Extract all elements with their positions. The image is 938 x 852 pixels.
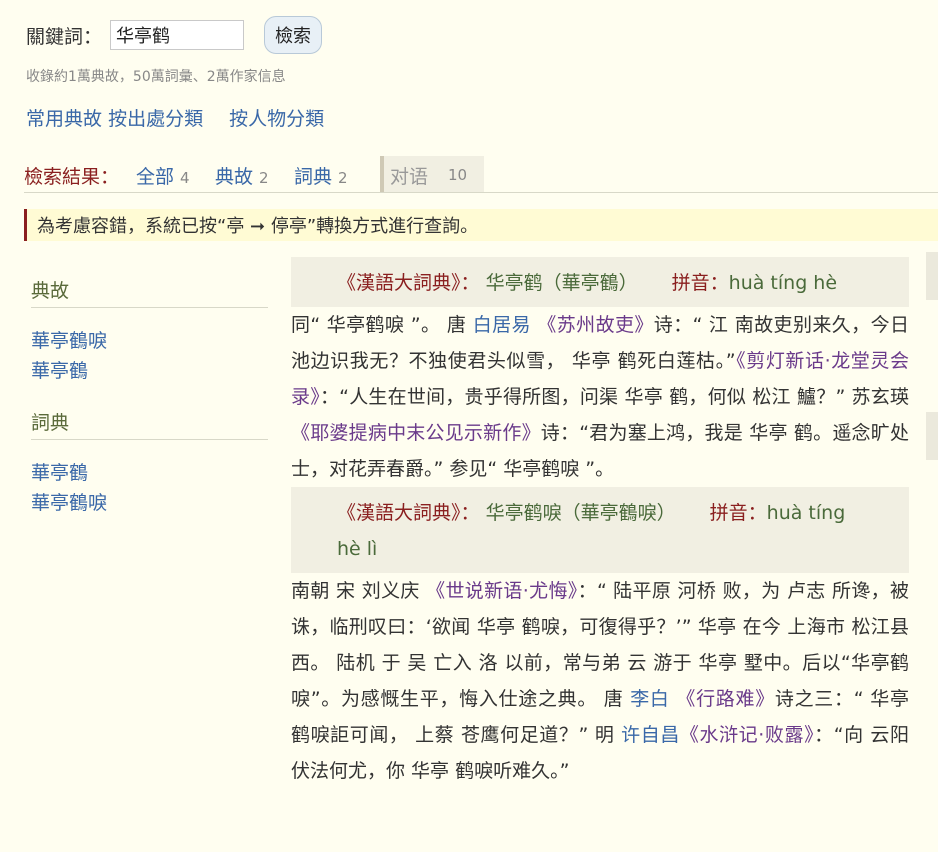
search-button[interactable]: 檢索 [264,16,323,54]
sidebar-group-allusions: 典故 華亭鶴唳 華亭鶴 [31,276,268,386]
person-link[interactable]: 许自昌 [621,724,680,746]
sidebar-item-allusion[interactable]: 華亭鶴唳 [31,326,268,356]
scroll-marker [926,412,938,460]
book-title-link[interactable]: 《行路难》 [676,688,775,710]
entry-headword: 华亭鹤（華亭鶴） [485,272,638,294]
entry-source[interactable]: 《漢語大詞典》 [337,502,461,524]
book-title-link[interactable]: 《耶婆提病中末公见示新作》 [291,422,541,444]
entry-body: 南朝 宋 刘义庆 《世说新语·尤悔》：“ 陆平原 河桥 败，为 卢志 所谗，被诛… [291,573,909,789]
body-text: 同“ 华亭鹤唳 ”。 唐 [291,314,473,336]
sidebar-item-dictionary[interactable]: 華亭鶴唳 [31,488,268,518]
body-text: 南朝 宋 刘义庆 [291,580,427,602]
pinyin-label: 拼音： [709,502,767,524]
tab-couplets[interactable]: 对语 10 [380,156,484,192]
common-allusions-link[interactable]: 常用典故 [26,108,102,130]
dictionary-entry: 《漢語大詞典》： 华亭鹤（華亭鶴） 拼音：huà tíng hè 同“ 华亭鹤唳… [291,257,909,487]
keyword-label: 關鍵詞： [26,25,103,48]
entries: 《漢語大詞典》： 华亭鹤（華亭鶴） 拼音：huà tíng hè 同“ 华亭鹤唳… [291,257,909,789]
person-link[interactable]: 李白 [630,688,669,710]
page: 關鍵詞： 檢索 收錄約1萬典故，50萬詞彙、2萬作家信息 常用典故 按出處分類 … [0,0,938,852]
pinyin-label: 拼音： [671,272,729,294]
entry-headword: 华亭鹤唳（華亭鶴唳） [485,502,676,524]
entry-header: 《漢語大詞典》： 华亭鹤唳（華亭鶴唳） 拼音：huà tíng hè lì [291,487,909,573]
result-tabs: 檢索結果： 全部 4 典故 2 詞典 2 对语 10 [24,156,938,193]
tab-all[interactable]: 全部 4 [136,162,190,189]
pinyin: huà tíng hè [728,272,838,294]
sidebar-heading-dictionary: 詞典 [31,408,268,440]
tab-couplets-label: 对语 [390,166,429,188]
sidebar-heading-allusions: 典故 [31,276,268,308]
entry-body: 同“ 华亭鹤唳 ”。 唐 白居易 《苏州故吏》诗：“ 江 南故吏别来久，今日池边… [291,307,909,487]
tab-allusions-label: 典故 [215,166,254,188]
entry-source[interactable]: 《漢語大詞典》 [337,272,461,294]
book-title-link[interactable]: 《世说新语·尤悔》 [426,580,578,602]
tab-dictionary-count: 2 [338,169,348,187]
tab-all-label: 全部 [136,166,175,188]
dictionary-entry: 《漢語大詞典》： 华亭鹤唳（華亭鶴唳） 拼音：huà tíng hè lì 南朝… [291,487,909,789]
tab-allusions[interactable]: 典故 2 [215,162,269,189]
search-input[interactable] [110,20,245,50]
by-source-link[interactable]: 按出處分類 [108,108,203,130]
person-link[interactable]: 白居易 [473,314,531,336]
sidebar: 典故 華亭鶴唳 華亭鶴 詞典 華亭鶴 華亭鶴唳 [31,276,268,540]
sidebar-item-dictionary[interactable]: 華亭鶴 [31,458,268,488]
conversion-notice: 為考慮容錯，系統已按“亭 ➞ 停亭”轉換方式進行查詢。 [24,209,938,241]
scroll-marker [926,252,938,300]
entry-colon: ： [460,272,480,294]
entry-colon: ： [460,502,480,524]
by-person-link[interactable]: 按人物分類 [229,108,324,130]
book-title-link[interactable]: 《水浒记·败露》 [680,724,814,746]
tab-couplets-count: 10 [448,166,468,184]
category-links: 常用典故 按出處分類 按人物分類 [26,104,324,131]
book-title-link[interactable]: 《苏州故吏》 [537,314,653,336]
tab-allusions-count: 2 [259,169,269,187]
tab-dictionary[interactable]: 詞典 2 [294,162,348,189]
sidebar-item-allusion[interactable]: 華亭鶴 [31,356,268,386]
tab-dictionary-label: 詞典 [294,166,333,188]
tab-all-count: 4 [180,169,190,187]
results-label: 檢索結果： [24,166,120,188]
search-bar: 關鍵詞： 檢索 [26,16,323,54]
sidebar-group-dictionary: 詞典 華亭鶴 華亭鶴唳 [31,408,268,518]
collection-stats: 收錄約1萬典故，50萬詞彙、2萬作家信息 [26,69,286,85]
entry-header: 《漢語大詞典》： 华亭鹤（華亭鶴） 拼音：huà tíng hè [291,257,909,307]
body-text: ：“人生在世间，贵乎得所图，问渠 华亭 鹤，何似 松江 鱸？” 苏玄瑛 [319,386,909,408]
